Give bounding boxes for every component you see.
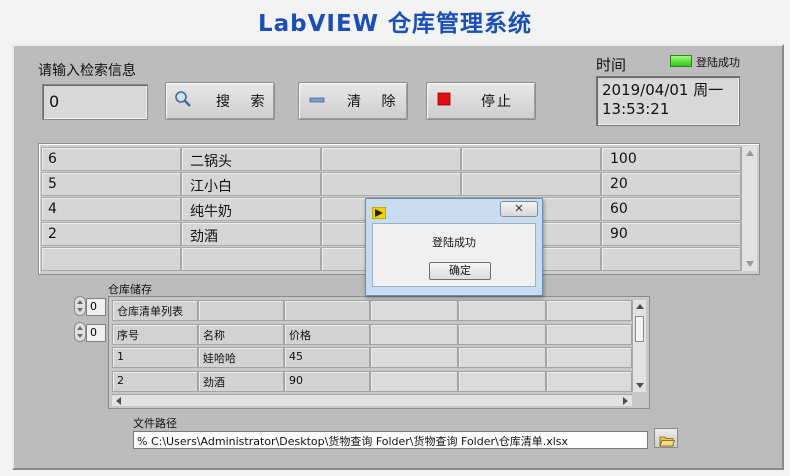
storage-table-cell[interactable] <box>458 371 546 392</box>
result-table-cell[interactable]: 100 <box>601 147 741 171</box>
col-index-spinner[interactable] <box>74 322 86 342</box>
decrement-icon[interactable] <box>77 308 83 312</box>
scroll-thumb[interactable] <box>635 316 644 342</box>
search-button[interactable]: 搜 索 <box>165 82 275 120</box>
storage-table-cell[interactable] <box>370 324 458 345</box>
result-table-cell[interactable]: 20 <box>601 172 741 196</box>
clear-button-label: 清 除 <box>347 94 404 110</box>
storage-table-cell[interactable] <box>370 300 458 321</box>
storage-table-cell[interactable]: 名称 <box>198 324 284 345</box>
storage-table-cell[interactable]: 2 <box>112 371 198 392</box>
login-led <box>670 55 692 67</box>
storage-hscrollbar[interactable] <box>112 394 632 406</box>
time-display: 2019/04/01 周一 13:53:21 <box>596 76 740 126</box>
scroll-left-icon[interactable] <box>116 397 121 405</box>
browse-button[interactable] <box>654 428 678 448</box>
path-prefix: % <box>137 435 148 448</box>
search-button-label: 搜 索 <box>216 94 273 110</box>
storage-table-cell[interactable]: 序号 <box>112 324 198 345</box>
scroll-up-icon[interactable] <box>746 150 754 156</box>
dialog-body: 登陆成功 确定 <box>372 223 536 287</box>
result-table-cell[interactable]: 江小白 <box>181 172 321 196</box>
date-text: 2019/04/01 周一 <box>602 81 724 99</box>
result-table-cell[interactable] <box>181 247 321 271</box>
storage-table-cell[interactable] <box>546 300 632 321</box>
search-input[interactable]: 0 <box>42 84 148 120</box>
storage-table-cell[interactable]: 仓库清单列表 <box>112 300 198 321</box>
scroll-down-icon[interactable] <box>636 383 644 388</box>
dialog-ok-button[interactable]: 确定 <box>429 262 491 280</box>
dialog-message: 登陆成功 <box>432 236 476 249</box>
row-index-spinner[interactable] <box>74 296 86 316</box>
storage-table-cell[interactable] <box>546 324 632 345</box>
storage-table-cell[interactable]: 90 <box>284 371 370 392</box>
result-table-cell[interactable] <box>461 172 601 196</box>
result-table-cell[interactable] <box>321 172 461 196</box>
result-table-cell[interactable]: 二锅头 <box>181 147 321 171</box>
storage-table-cell[interactable] <box>546 371 632 392</box>
clear-button[interactable]: 清 除 <box>298 82 408 120</box>
minus-icon <box>309 93 325 109</box>
result-table-cell[interactable] <box>41 247 181 271</box>
scroll-right-icon[interactable] <box>623 397 628 405</box>
path-text: C:\Users\Administrator\Desktop\货物查询 Fold… <box>150 435 569 448</box>
storage-table-cell[interactable] <box>546 347 632 368</box>
search-label: 请输入检索信息 <box>38 63 136 79</box>
storage-table-cell[interactable] <box>370 347 458 368</box>
result-table-cell[interactable]: 纯牛奶 <box>181 197 321 221</box>
result-table-cell[interactable]: 劲酒 <box>181 222 321 246</box>
result-table-cell[interactable] <box>601 247 741 271</box>
result-table-cell[interactable]: 4 <box>41 197 181 221</box>
scroll-down-icon[interactable] <box>746 261 754 267</box>
storage-table-cell[interactable] <box>370 371 458 392</box>
app-title: LabVIEW 仓库管理系统 <box>257 11 533 37</box>
result-table-cell[interactable]: 2 <box>41 222 181 246</box>
result-table-cell[interactable] <box>321 147 461 171</box>
login-success-dialog: ✕ 登陆成功 确定 <box>365 198 543 296</box>
time-text: 13:53:21 <box>602 100 670 118</box>
col-index-input[interactable]: 0 <box>86 324 106 342</box>
storage-table-cell[interactable] <box>458 347 546 368</box>
stop-button[interactable]: 停止 <box>426 82 536 120</box>
storage-table-cell[interactable]: 45 <box>284 347 370 368</box>
storage-table-cell[interactable] <box>458 324 546 345</box>
increment-icon[interactable] <box>77 326 83 330</box>
folder-open-icon <box>659 432 676 451</box>
result-table-cell[interactable]: 60 <box>601 197 741 221</box>
login-status-label: 登陆成功 <box>696 56 740 69</box>
storage-table-cell[interactable]: 1 <box>112 347 198 368</box>
storage-label: 仓库储存 <box>108 283 152 296</box>
storage-table-cell[interactable] <box>198 300 284 321</box>
storage-vscrollbar[interactable] <box>632 300 646 392</box>
time-label: 时间 <box>596 56 627 74</box>
result-table-cell[interactable] <box>461 147 601 171</box>
labview-icon <box>371 204 387 223</box>
storage-table-cell[interactable]: 劲酒 <box>198 371 284 392</box>
decrement-icon[interactable] <box>77 334 83 338</box>
row-index-input[interactable]: 0 <box>86 298 106 316</box>
file-path-input[interactable]: % C:\Users\Administrator\Desktop\货物查询 Fo… <box>133 431 648 449</box>
result-table-scrollbar[interactable] <box>741 146 757 271</box>
dialog-close-button[interactable]: ✕ <box>500 201 538 217</box>
result-table-cell[interactable]: 6 <box>41 147 181 171</box>
storage-table-cell[interactable]: 价格 <box>284 324 370 345</box>
scroll-up-icon[interactable] <box>636 304 644 309</box>
increment-icon[interactable] <box>77 300 83 304</box>
file-path-label: 文件路径 <box>133 417 177 430</box>
result-table-cell[interactable]: 5 <box>41 172 181 196</box>
stop-button-label: 停止 <box>481 94 513 110</box>
search-icon <box>174 90 192 112</box>
result-table-cell[interactable]: 90 <box>601 222 741 246</box>
storage-table-cell[interactable] <box>284 300 370 321</box>
stop-icon <box>437 92 451 110</box>
storage-table-cell[interactable] <box>458 300 546 321</box>
storage-table-cell[interactable]: 娃哈哈 <box>198 347 284 368</box>
